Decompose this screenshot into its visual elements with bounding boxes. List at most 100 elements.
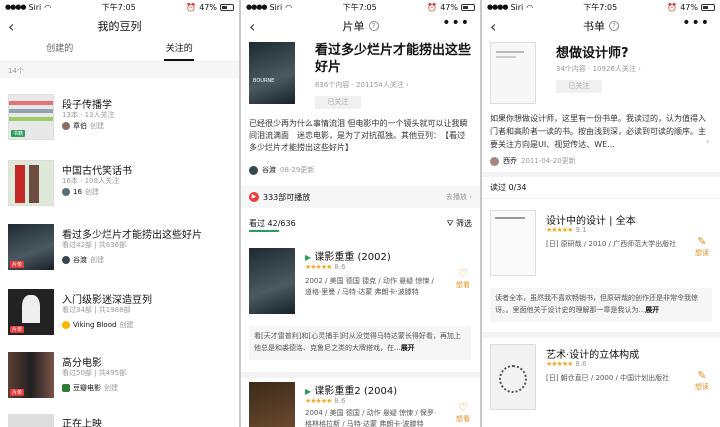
movie-title: 谍影重重 (2002) [314, 252, 391, 263]
go-play-link[interactable]: 去播放 › [446, 192, 472, 202]
movie-item[interactable]: ▶ 谍影重重 (2002) ★★★★★ 8.6 2002 / 美国 德国 捷克 /… [241, 242, 480, 382]
star-rating: ★★★★★ [546, 360, 573, 368]
wifi-icon: ◠ [44, 2, 52, 12]
read-count: 读过 0/34 [490, 183, 527, 192]
signal-icon: ●●●● [5, 3, 26, 11]
filter-icon: ⛛ [446, 219, 454, 228]
avatar [62, 256, 70, 264]
cover-text: BOURNE [253, 78, 275, 84]
list-item[interactable]: 片单 入门级影迷深造豆列 看过34部 | 共1988部 Viking Blood… [0, 287, 239, 345]
expand-icon[interactable]: › [463, 130, 466, 139]
avatar [490, 156, 499, 166]
want-icon: ✎ [697, 369, 707, 382]
signal-icon: ●●●● [246, 3, 267, 11]
book-title: 艺术·设计的立体构成 [546, 350, 640, 361]
rating-value: 8.6 [334, 397, 346, 405]
tab-created[interactable]: 创建的 [0, 38, 120, 61]
list-item[interactable]: 正在上映 [0, 412, 239, 427]
avatar [62, 122, 70, 130]
book-item[interactable]: 艺术·设计的立体构成 ★★★★★ 8.6 [日] 朝仓直巳 / 2000 / 中国… [482, 340, 720, 427]
book-info: [日] 朝仓直巳 / 2000 / 中国计划出版社 [546, 374, 670, 382]
expand-link[interactable]: 展开 [401, 344, 415, 352]
want-icon: ♡ [458, 267, 468, 280]
status-bar: ●●●● Siri ◠ 下午7:05 ⏰ 47% [241, 0, 480, 14]
list-description: 如果你想做设计师，这里有一份书单。我读过的，认为值得入门者和高阶者一读的书。按由… [490, 114, 706, 149]
panel-book-list: ●●●● Siri ◠ 下午7:05 ⏰ 47% ‹ 书单? ••• 想做设计师? 3… [482, 0, 720, 427]
movie-poster [249, 382, 295, 427]
list-item[interactable]: 中国古代笑话书 16本 · 108人关注 16 创建 [0, 158, 239, 216]
book-item[interactable]: 设计中的设计 | 全本 ★★★★★ 9.1 [日] 原研哉 / 2010 / 广西… [482, 206, 720, 326]
expand-link[interactable]: 展开 [645, 306, 659, 314]
list-title: 想做设计师? [556, 46, 629, 61]
list-role: 创建 [90, 256, 104, 264]
nav-bar: ‹ 片单? ••• [241, 14, 480, 38]
divider [482, 172, 720, 177]
wifi-icon: ◠ [285, 2, 293, 12]
update-date: 2011-04-20更新 [521, 157, 576, 165]
more-icon[interactable]: ••• [682, 15, 710, 31]
signal-icon: ●●●● [487, 3, 508, 11]
page-title: 书单 [583, 20, 605, 33]
alarm-icon: ⏰ [427, 2, 438, 12]
list-description: 已经很少再为什么事情流泪 但电影中的一个镜头就可以让我瞬间泪流满面 迷恋电影，是… [249, 119, 468, 152]
want-button[interactable]: ♡ 想看 [451, 402, 475, 424]
tab-indicator [164, 59, 194, 61]
play-icon: ▶ [249, 192, 259, 202]
want-button[interactable]: ✎ 想读 [690, 236, 714, 258]
playable-icon: ▶ [305, 387, 312, 396]
list-title: 段子传播学 [62, 100, 112, 111]
divider [482, 198, 720, 199]
help-icon[interactable]: ? [368, 21, 379, 31]
back-icon[interactable]: ‹ [8, 17, 14, 36]
rating-value: 8.6 [334, 263, 346, 271]
want-button[interactable]: ✎ 想读 [690, 370, 714, 392]
play-bar[interactable]: ▶ 333部可播放 去播放 › [241, 186, 480, 208]
back-icon[interactable]: ‹ [490, 17, 496, 36]
list-tag: 片单 [10, 261, 25, 268]
list-note: 读者全本，虽然我不喜欢畅销书，但原研哉的创作还是非常令我惊讶。。里面他关于设计史… [490, 288, 712, 322]
list-cover: BOURNE [249, 42, 295, 104]
nav-bar: ‹ 我的豆列 [0, 14, 239, 38]
follow-button[interactable]: 已关注 [556, 80, 602, 93]
clock: 下午7:05 [101, 2, 136, 12]
list-meta: 看过50部 | 共495部 [62, 369, 127, 377]
list-cover [8, 160, 54, 206]
help-icon[interactable]: ? [609, 21, 619, 31]
playable-icon: ▶ [305, 253, 312, 262]
movie-info: 2004 / 美国 德国 / 动作 悬疑 惊悚 / 保罗·格林格拉斯 / 马特·… [305, 409, 437, 427]
list-role: 创建 [104, 384, 118, 392]
star-rating: ★★★★★ [305, 397, 332, 405]
list-meta: 看过34部 | 共1988部 [62, 306, 131, 314]
list-author: 谷渡 [73, 256, 87, 264]
list-title: 看过多少烂片才能捞出这些好片 [315, 43, 472, 75]
list-author: Viking Blood [73, 321, 117, 329]
want-button[interactable]: ♡ 想看 [451, 268, 475, 290]
list-item[interactable]: 书籍 段子传播学 13本 · 13人关注 章伯 创建 [0, 92, 239, 150]
avatar [249, 165, 258, 175]
want-icon: ✎ [697, 235, 707, 248]
author-name[interactable]: 谷渡 [262, 165, 276, 175]
page-title: 我的豆列 [97, 20, 142, 33]
list-cover: 片单 [8, 289, 54, 335]
list-meta: 看过42部 | 共636部 [62, 241, 127, 249]
movie-info: 2002 / 美国 德国 捷克 / 动作 悬疑 惊悚 / 道格·里曼 / 马特·… [305, 277, 434, 296]
follow-button[interactable]: 已关注 [315, 96, 361, 109]
list-meta: 34个内容 · 10926人关注 › [556, 65, 641, 73]
status-bar: ●●●● Siri ◠ 下午7:05 ⏰ 47% [0, 0, 239, 14]
author-name[interactable]: 西乔 [503, 156, 517, 166]
movie-item[interactable]: ▶ 谍影重重2 (2004) ★★★★★ 8.6 2004 / 美国 德国 / 动… [241, 378, 480, 427]
expand-icon[interactable]: › [706, 137, 709, 146]
more-icon[interactable]: ••• [442, 15, 470, 31]
filter-button[interactable]: ⛛ 筛选 [447, 218, 472, 229]
list-note: 看[天才雷普利]和[心灵捕手]时从没觉得马特达蒙长得好看，再加上他总是和裘德洛、… [249, 326, 471, 360]
star-rating: ★★★★★ [546, 226, 573, 234]
tab-following[interactable]: 关注的 [120, 38, 240, 61]
list-item[interactable]: 片单 高分电影 看过50部 | 共495部 豆瓣电影 创建 [0, 350, 239, 408]
back-icon[interactable]: ‹ [249, 17, 255, 36]
rating-value: 9.1 [575, 226, 587, 234]
nav-bar: ‹ 书单? ••• [482, 14, 720, 38]
list-author: 16 [73, 188, 82, 196]
battery-icon [700, 3, 715, 11]
book-title: 设计中的设计 | 全本 [546, 216, 636, 227]
list-item[interactable]: 片单 看过多少烂片才能捞出这些好片 看过42部 | 共636部 谷渡 创建 [0, 222, 239, 280]
